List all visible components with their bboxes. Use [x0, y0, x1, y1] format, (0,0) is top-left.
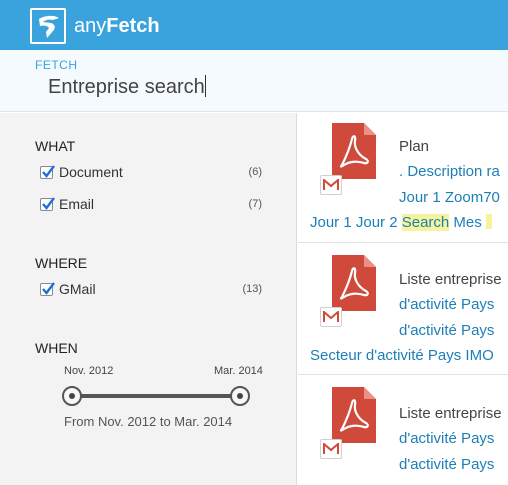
- result-snippet-line: Secteur d'activité Pays IMO: [310, 347, 494, 364]
- date-range-slider-track[interactable]: [70, 394, 242, 398]
- search-term-highlight: Search: [401, 214, 450, 231]
- facet-document[interactable]: Document (6): [40, 164, 262, 182]
- result-snippet-line: Jour 1 Jour 2 Search Mes: [310, 214, 492, 231]
- search-bar: FETCH: [0, 50, 508, 112]
- brand-prefix: any: [74, 15, 107, 37]
- date-range-end-label: Mar. 2014: [214, 365, 263, 377]
- snippet-text: Jour 1 Jour 2: [310, 214, 402, 231]
- brand-suffix: Fetch: [106, 15, 160, 37]
- pdf-icon: [332, 123, 376, 179]
- where-section-title: WHERE: [35, 255, 88, 271]
- highlight-marker: [485, 214, 492, 229]
- result-title[interactable]: Liste entreprise: [399, 271, 502, 288]
- result-item[interactable]: Liste entreprise d'activité Pays d'activ…: [298, 245, 508, 375]
- gmail-checkbox[interactable]: [40, 282, 55, 296]
- result-snippet-line: Jour 1 Zoom70: [399, 189, 500, 206]
- app-header: anyFetch: [0, 0, 508, 50]
- email-checkbox[interactable]: [40, 197, 55, 211]
- pdf-icon: [332, 387, 376, 443]
- document-checkbox[interactable]: [40, 165, 55, 179]
- date-range-summary: From Nov. 2012 to Mar. 2014: [64, 414, 233, 429]
- date-range-start-handle[interactable]: [62, 386, 82, 406]
- date-range-start-label: Nov. 2012: [64, 365, 114, 377]
- snippet-text: Mes: [449, 214, 486, 231]
- result-title[interactable]: Liste entreprise: [399, 405, 502, 422]
- facet-count: (6): [248, 166, 262, 178]
- anyfetch-logo-icon[interactable]: [30, 8, 66, 44]
- result-item[interactable]: Plan . Description ra Jour 1 Zoom70 Jour…: [298, 113, 508, 243]
- facet-gmail[interactable]: GMail (13): [40, 281, 262, 299]
- results-list: Plan . Description ra Jour 1 Zoom70 Jour…: [298, 113, 508, 485]
- facet-count: (7): [248, 198, 262, 210]
- result-snippet-line: d'activité Pays: [399, 322, 495, 339]
- facet-label: GMail: [59, 281, 96, 297]
- result-snippet-line: d'activité Pays: [399, 456, 495, 473]
- facet-label: Document: [59, 164, 123, 180]
- facet-email[interactable]: Email (7): [40, 196, 262, 214]
- gmail-icon: [320, 439, 342, 459]
- result-title[interactable]: Plan: [399, 138, 429, 155]
- search-input[interactable]: [48, 72, 488, 102]
- facet-count: (13): [242, 283, 262, 295]
- date-range-end-handle[interactable]: [230, 386, 250, 406]
- result-item[interactable]: Liste entreprise d'activité Pays d'activ…: [298, 377, 508, 485]
- result-snippet-line: d'activité Pays: [399, 296, 495, 313]
- when-section-title: WHEN: [35, 340, 78, 356]
- gmail-icon: [320, 175, 342, 195]
- pdf-icon: [332, 255, 376, 311]
- brand-name[interactable]: anyFetch: [74, 15, 160, 38]
- result-snippet-line: . Description ra: [399, 163, 500, 180]
- search-label: FETCH: [35, 58, 78, 72]
- what-section-title: WHAT: [35, 138, 76, 154]
- gmail-icon: [320, 307, 342, 327]
- facet-label: Email: [59, 196, 95, 212]
- text-caret: [205, 75, 206, 97]
- filter-sidebar: WHAT Document (6) Email (7) WHERE GMail …: [0, 113, 297, 485]
- result-snippet-line: d'activité Pays: [399, 430, 495, 447]
